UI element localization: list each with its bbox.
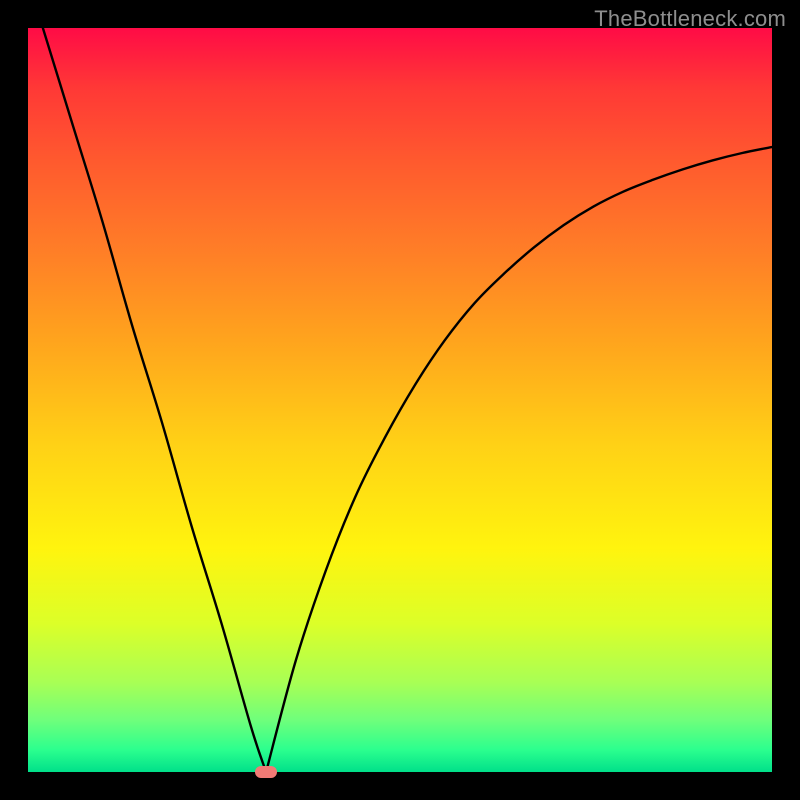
chart-frame: TheBottleneck.com: [0, 0, 800, 800]
plot-gradient-area: [28, 28, 772, 772]
min-marker: [255, 766, 277, 778]
watermark-label: TheBottleneck.com: [594, 6, 786, 32]
